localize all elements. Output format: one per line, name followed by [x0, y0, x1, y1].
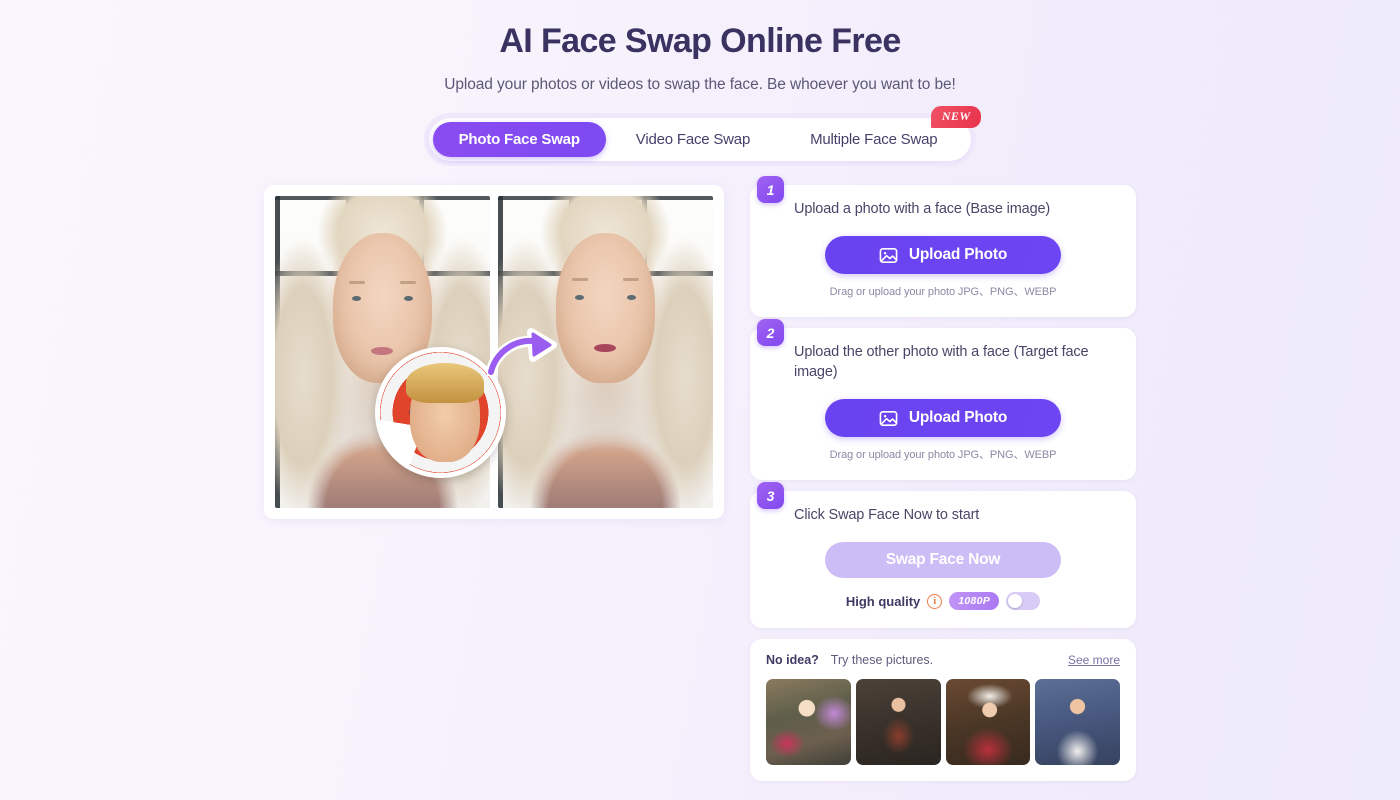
sample-pictures-title: No idea?	[766, 653, 819, 667]
steps-column: 1 Upload a photo with a face (Base image…	[750, 176, 1136, 781]
after-eye-left	[574, 294, 584, 300]
upload-base-photo-button[interactable]: Upload Photo	[825, 236, 1061, 274]
before-brow-left	[348, 281, 365, 285]
tab-bar: Photo Face Swap Video Face Swap Multiple…	[0, 106, 1400, 166]
swap-face-now-button[interactable]: Swap Face Now	[825, 542, 1061, 578]
tab-multiple-face-swap-wrapper: Multiple Face Swap NEW	[780, 106, 982, 157]
after-lips	[594, 344, 617, 353]
sample-thumbnail-list	[766, 679, 1120, 765]
step-1-title: Upload a photo with a face (Base image)	[794, 201, 1051, 217]
tab-video-face-swap[interactable]: Video Face Swap	[606, 122, 780, 157]
sample-thumbnail[interactable]	[945, 679, 1031, 765]
bubble-hair	[406, 363, 484, 403]
step-3-card: 3 Click Swap Face Now to start Swap Face…	[750, 482, 1136, 628]
sample-thumbnail[interactable]	[766, 679, 851, 765]
image-upload-icon	[879, 247, 898, 263]
tab-photo-face-swap[interactable]: Photo Face Swap	[432, 122, 606, 157]
sample-pictures-subtitle: Try these pictures.	[830, 653, 934, 667]
page-title: AI Face Swap Online Free	[499, 22, 901, 60]
upload-target-photo-button[interactable]: Upload Photo	[825, 399, 1061, 437]
sample-thumbnail[interactable]	[1035, 679, 1120, 765]
preview-images	[275, 196, 713, 508]
step-1-hint: Drag or upload your photo JPG、PNG、WEBP	[829, 286, 1057, 298]
before-eye-right	[404, 296, 414, 302]
before-brow-right	[400, 281, 417, 285]
main-content: 1 Upload a photo with a face (Base image…	[0, 176, 1400, 781]
after-brow-right	[623, 278, 640, 282]
info-icon[interactable]: i	[927, 593, 943, 609]
high-quality-label: High quality	[845, 593, 921, 609]
toggle-knob	[1008, 594, 1023, 608]
high-quality-row: High quality i 1080P	[768, 592, 1118, 610]
new-badge: NEW	[930, 106, 982, 128]
step-3-title: Click Swap Face Now to start	[794, 507, 980, 523]
upload-target-photo-label: Upload Photo	[908, 409, 1008, 426]
tab-bar-inner: Photo Face Swap Video Face Swap Multiple…	[428, 106, 982, 161]
step-2-card: 2 Upload the other photo with a face (Ta…	[750, 319, 1136, 480]
step-2-title: Upload the other photo with a face (Targ…	[794, 344, 1089, 380]
sample-pictures-header: No idea? Try these pictures. See more	[766, 653, 1120, 667]
tab-bar-outer: Photo Face Swap Video Face Swap Multiple…	[423, 106, 982, 166]
see-more-link[interactable]: See more	[1068, 653, 1120, 667]
after-chest	[498, 423, 713, 508]
after-brow-left	[571, 278, 588, 282]
sample-pictures-card: No idea? Try these pictures. See more	[750, 639, 1136, 781]
page-subtitle: Upload your photos or videos to swap the…	[444, 76, 956, 93]
before-lips	[371, 347, 394, 356]
step-2-hint: Drag or upload your photo JPG、PNG、WEBP	[829, 449, 1057, 461]
step-3-badge: 3	[757, 482, 784, 509]
preview-card	[264, 185, 724, 519]
swap-arrow-icon	[487, 328, 557, 376]
after-face	[556, 233, 655, 384]
after-eye-right	[627, 294, 637, 300]
step-2-badge: 2	[757, 319, 784, 346]
resolution-badge: 1080P	[949, 592, 1000, 610]
step-1-card: 1 Upload a photo with a face (Base image…	[750, 176, 1136, 317]
upload-base-photo-label: Upload Photo	[908, 246, 1008, 263]
before-eye-left	[351, 296, 361, 302]
sample-thumbnail[interactable]	[855, 679, 941, 765]
image-upload-icon	[879, 410, 898, 426]
step-1-badge: 1	[757, 176, 784, 203]
high-quality-toggle[interactable]	[1006, 592, 1041, 610]
